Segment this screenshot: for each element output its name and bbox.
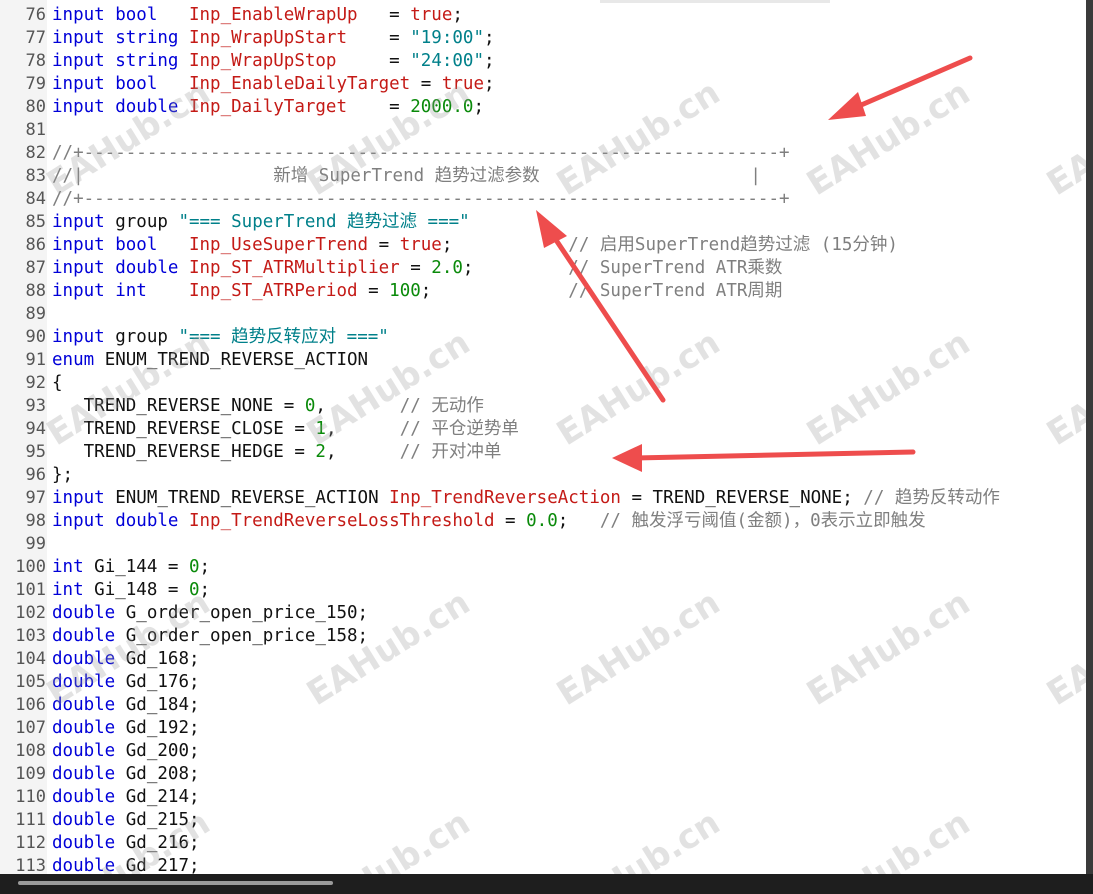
scrollbar-thumb[interactable] [18,881,333,885]
annotation-arrows [536,55,973,472]
arrow-annotation-1 [828,55,973,120]
horizontal-scrollbar[interactable] [0,874,1093,894]
window-edge [600,0,830,3]
arrow-annotation-2 [536,210,666,403]
code-editor[interactable]: 76 input bool Inp_EnableWrapUp = true; 77 i… [0,0,1086,874]
arrow-annotation-3 [612,444,916,472]
vertical-scrollbar[interactable] [1086,0,1093,894]
